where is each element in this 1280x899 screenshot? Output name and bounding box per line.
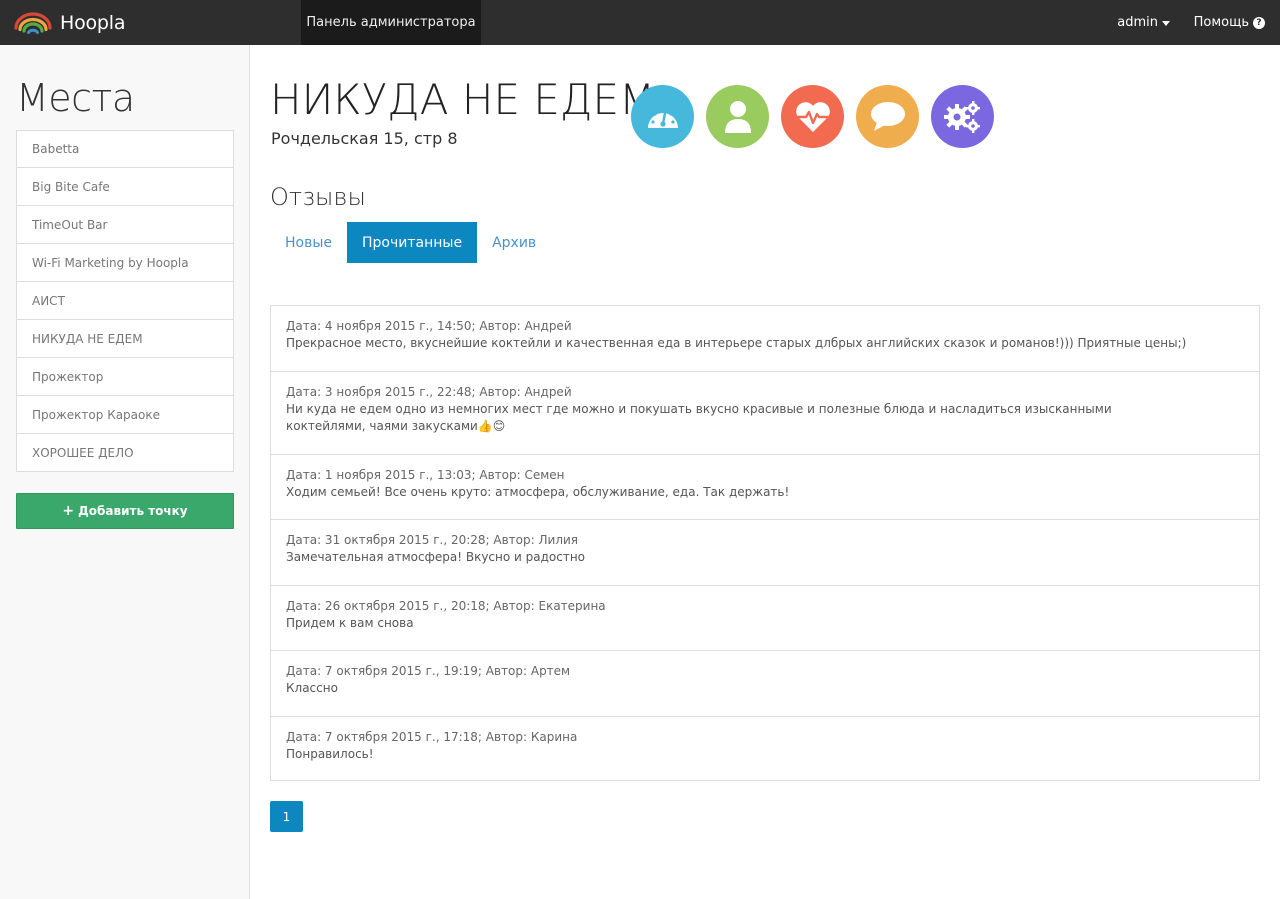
- review-text: Классно: [286, 681, 338, 695]
- review-item[interactable]: Дата: 7 октября 2015 г., 17:18; Автор: К…: [271, 716, 1259, 780]
- reviews-list: Дата: 4 ноября 2015 г., 14:50; Автор: Ан…: [270, 305, 1260, 781]
- review-meta: Дата: 26 октября 2015 г., 20:18; Автор: …: [286, 599, 606, 613]
- user-menu[interactable]: admin: [1117, 0, 1170, 45]
- caret-down-icon: [1162, 20, 1170, 26]
- review-item[interactable]: Дата: 1 ноября 2015 г., 13:03; Автор: Се…: [271, 454, 1259, 519]
- place-item[interactable]: Wi-Fi Marketing by Hoopla: [16, 244, 234, 282]
- review-meta: Дата: 1 ноября 2015 г., 13:03; Автор: Се…: [286, 468, 565, 482]
- brand-name: Hoopla: [60, 11, 126, 34]
- hoopla-logo-icon: [14, 11, 52, 34]
- review-item[interactable]: Дата: 7 октября 2015 г., 19:19; Автор: А…: [271, 650, 1259, 716]
- top-navbar: Hoopla Панель администратора admin Помощ…: [0, 0, 1280, 45]
- reviews-tabs: Новые Прочитанные Архив: [270, 222, 551, 263]
- admin-panel-link[interactable]: Панель администратора: [301, 0, 481, 45]
- places-list: Babetta Big Bite Cafe TimeOut Bar Wi-Fi …: [16, 130, 234, 472]
- review-item[interactable]: Дата: 31 октября 2015 г., 20:28; Автор: …: [271, 519, 1259, 585]
- user-icon: [724, 100, 751, 133]
- chat-icon: [870, 101, 905, 131]
- dashboard-icon: [647, 107, 678, 128]
- sidebar: Места Babetta Big Bite Cafe TimeOut Bar …: [0, 45, 250, 899]
- tab-read[interactable]: Прочитанные: [347, 222, 478, 263]
- reviews-title: Отзывы: [270, 183, 366, 211]
- review-item[interactable]: Дата: 26 октября 2015 г., 20:18; Автор: …: [271, 585, 1259, 650]
- place-item[interactable]: ХОРОШЕЕ ДЕЛО: [16, 434, 234, 472]
- health-button[interactable]: [781, 85, 844, 148]
- review-text-continued: коктейлями, чаями закусками👍😊: [286, 419, 506, 433]
- venue-title: НИКУДА НЕ ЕДЕМ: [270, 75, 656, 124]
- heartbeat-icon: [794, 101, 831, 132]
- question-circle-icon: ?: [1253, 16, 1265, 29]
- review-meta: Дата: 3 ноября 2015 г., 22:48; Автор: Ан…: [286, 385, 572, 399]
- review-text: Понравилось!: [286, 747, 374, 761]
- place-item[interactable]: TimeOut Bar: [16, 206, 234, 244]
- review-meta: Дата: 4 ноября 2015 г., 14:50; Автор: Ан…: [286, 319, 572, 333]
- venue-address: Рочдельская 15, стр 8: [271, 129, 458, 148]
- review-text: Ходим семьей! Все очень круто: атмосфера…: [286, 485, 790, 499]
- review-meta: Дата: 31 октября 2015 г., 20:28; Автор: …: [286, 533, 579, 547]
- tab-new[interactable]: Новые: [270, 222, 347, 263]
- add-point-label: Добавить точку: [78, 504, 188, 518]
- sidebar-title: Места: [16, 76, 135, 120]
- dashboard-button[interactable]: [631, 85, 694, 148]
- pagination-page-button[interactable]: 1: [270, 801, 303, 832]
- place-item[interactable]: Прожектор: [16, 358, 234, 396]
- chat-button[interactable]: [856, 85, 919, 148]
- settings-button[interactable]: [931, 85, 994, 148]
- review-text: Ни куда не едем одно из немногих мест гд…: [286, 402, 1112, 416]
- review-text: Замечательная атмосфера! Вкусно и радост…: [286, 550, 586, 564]
- review-text: Прекрасное место, вкуснейшие коктейли и …: [286, 336, 1187, 350]
- help-link[interactable]: Помощь ?: [1194, 0, 1265, 45]
- place-item[interactable]: Babetta: [16, 130, 234, 168]
- place-item[interactable]: Big Bite Cafe: [16, 168, 234, 206]
- review-meta: Дата: 7 октября 2015 г., 19:19; Автор: А…: [286, 664, 571, 678]
- place-item[interactable]: Прожектор Караоке: [16, 396, 234, 434]
- review-item[interactable]: Дата: 4 ноября 2015 г., 14:50; Автор: Ан…: [271, 306, 1259, 371]
- plus-icon: +: [62, 503, 75, 519]
- user-button[interactable]: [706, 85, 769, 148]
- brand-link[interactable]: Hoopla: [14, 0, 126, 45]
- add-point-button[interactable]: + Добавить точку: [16, 493, 234, 529]
- settings-icon: [943, 100, 980, 133]
- user-name: admin: [1117, 15, 1158, 30]
- review-text: Придем к вам снова: [286, 616, 414, 630]
- place-item[interactable]: АИСТ: [16, 282, 234, 320]
- review-item[interactable]: Дата: 3 ноября 2015 г., 22:48; Автор: Ан…: [271, 371, 1259, 454]
- help-label: Помощь: [1193, 15, 1249, 30]
- tab-archive[interactable]: Архив: [477, 222, 551, 263]
- review-meta: Дата: 7 октября 2015 г., 17:18; Автор: К…: [286, 730, 578, 744]
- place-item[interactable]: НИКУДА НЕ ЕДЕМ: [16, 320, 234, 358]
